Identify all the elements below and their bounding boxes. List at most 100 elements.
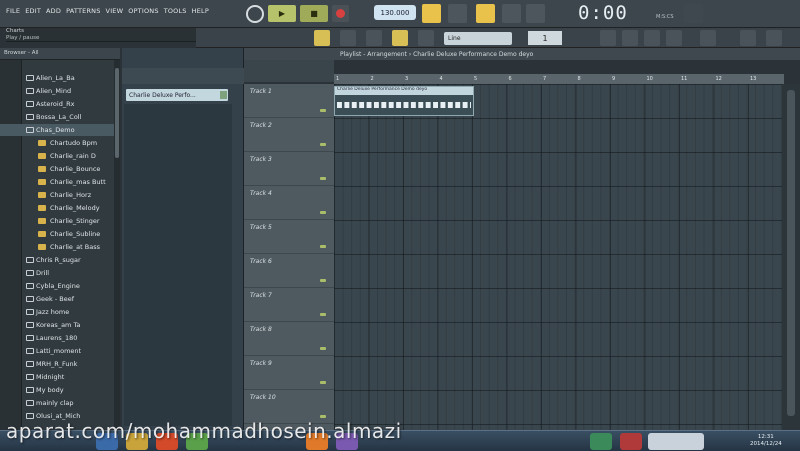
browser-item[interactable]: Charlie_Horz [0,189,120,201]
browser-item[interactable]: Asteroid_Rx [0,98,120,110]
playlist-scrollbar[interactable] [782,84,800,430]
track-header[interactable]: Track 1 [244,84,334,118]
browser-item[interactable]: Jazz home [0,306,120,318]
metronome-button[interactable] [422,4,441,23]
browser-scrollbar[interactable] [114,60,120,430]
pattern-number[interactable]: 1 [528,31,562,45]
pattern-clip[interactable]: Charlie Deluxe Performance Demo deyo [334,86,474,116]
track-mute-led[interactable] [320,347,326,350]
tempo-display[interactable]: 130.000 [374,5,416,20]
browser-item[interactable]: MRH_R_Funk [0,358,120,370]
pattern-item[interactable]: Charlie Deluxe Perfo... [126,89,228,101]
language-indicator[interactable] [648,433,704,450]
menu-help[interactable]: HELP [192,7,209,15]
browser-item[interactable]: Charlie_Subline [0,228,120,240]
track-mute-led[interactable] [320,279,326,282]
track-header[interactable]: Track 9 [244,356,334,390]
tray-clock[interactable]: 12:31 2014/12/24 [750,434,782,448]
app-icon-4[interactable] [620,433,642,450]
browser-item-label: Charlie_at Bass [50,243,100,251]
browser-item[interactable]: Charlie_Bounce [0,163,120,175]
plugin-view-button[interactable] [740,30,756,46]
playlist-view-button[interactable] [600,30,616,46]
browser-item[interactable]: Alien_La_Ba [0,72,120,84]
wait-input-button[interactable] [448,4,467,23]
step-edit-button[interactable] [526,4,545,23]
browser-item[interactable]: Chris R_sugar [0,254,120,266]
browser-scroll-thumb[interactable] [115,68,119,158]
playlist-grid[interactable] [334,84,782,430]
browser-item[interactable]: Cybla_Engine [0,280,120,292]
delete-tool-icon[interactable] [418,30,434,46]
track-header[interactable]: Track 5 [244,220,334,254]
track-mute-led[interactable] [320,415,326,418]
browser-item[interactable]: Charlie_rain D [0,150,120,162]
play-button[interactable]: ▶ [268,5,296,22]
track-header[interactable]: Track 4 [244,186,334,220]
track-mute-led[interactable] [320,143,326,146]
pencil-tool-icon[interactable] [366,30,382,46]
menu-options[interactable]: OPTIONS [128,7,158,15]
track-mute-led[interactable] [320,381,326,384]
song-mode-button[interactable] [340,30,356,46]
piano-roll-view-button[interactable] [622,30,638,46]
menu-file[interactable]: FILE [6,7,20,15]
track-mute-led[interactable] [320,211,326,214]
help-view-button[interactable] [766,30,782,46]
countdown-button[interactable] [476,4,495,23]
browser-item[interactable]: Latti_moment [0,345,120,357]
timeline-ruler[interactable]: 1 2 3 4 5 6 7 8 9 10 11 12 13 [334,74,784,84]
browser-item[interactable]: Geek - Beef [0,293,120,305]
app-icon-3[interactable] [590,433,612,450]
browser-item-label: Bossa_La_Coll [36,113,82,121]
browser-item[interactable]: Koreas_am Ta [0,319,120,331]
browser-item[interactable]: mainly clap [0,397,120,409]
browser-item[interactable]: Charlie_Melody [0,202,120,214]
record-button[interactable] [332,5,349,22]
menu-add[interactable]: ADD [46,7,61,15]
browser-item[interactable]: Charlie_at Bass [0,241,120,253]
hint-bar: Charts Play / pause [6,28,196,42]
pattern-color-swatch[interactable] [220,91,227,99]
menu-patterns[interactable]: PATTERNS [66,7,100,15]
menu-tools[interactable]: TOOLS [164,7,187,15]
ruler-tick: 7 [543,76,547,82]
folder-icon [26,335,34,341]
browser-item[interactable]: Bossa_La_Coll [0,111,120,123]
browser-item[interactable]: Laurens_180 [0,332,120,344]
browser-item[interactable]: My body [0,384,120,396]
playlist-scroll-thumb[interactable] [787,90,795,416]
clock-icon[interactable] [246,5,264,23]
browser-item-label: Charlie_Bounce [50,165,101,173]
browser-item[interactable]: Midnight [0,371,120,383]
paint-tool-icon[interactable] [392,30,408,46]
mixer-view-button[interactable] [666,30,682,46]
browser-item-label: Cybla_Engine [36,282,80,290]
track-mute-led[interactable] [320,109,326,112]
clip-label: Charlie Deluxe Performance Demo deyo [335,87,473,95]
stop-button[interactable]: ■ [300,5,328,22]
track-header[interactable]: Track 3 [244,152,334,186]
menu-view[interactable]: VIEW [106,7,124,15]
track-header[interactable]: Track 2 [244,118,334,152]
browser-item[interactable]: Charlie_Stinger [0,215,120,227]
track-mute-led[interactable] [320,177,326,180]
track-header[interactable]: Track 7 [244,288,334,322]
channel-rack-view-button[interactable] [644,30,660,46]
track-header[interactable]: Track 6 [244,254,334,288]
loop-record-button[interactable] [502,4,521,23]
browser-item[interactable]: Alien_Mind [0,85,120,97]
track-mute-led[interactable] [320,245,326,248]
snap-select[interactable]: Line [444,32,512,45]
browser-view-button[interactable] [700,30,716,46]
folder-icon [26,101,34,107]
browser-item[interactable]: Chas_Demo [0,124,120,136]
track-mute-led[interactable] [320,313,326,316]
track-header[interactable]: Track 8 [244,322,334,356]
browser-item[interactable]: Drill [0,267,120,279]
browser-item[interactable]: Charlie_mas Butt [0,176,120,188]
menu-edit[interactable]: EDIT [25,7,41,15]
browser-item-label: Jazz home [36,308,70,316]
browser-item[interactable]: Chartudo Bpm [0,137,120,149]
pattern-mode-button[interactable] [314,30,330,46]
